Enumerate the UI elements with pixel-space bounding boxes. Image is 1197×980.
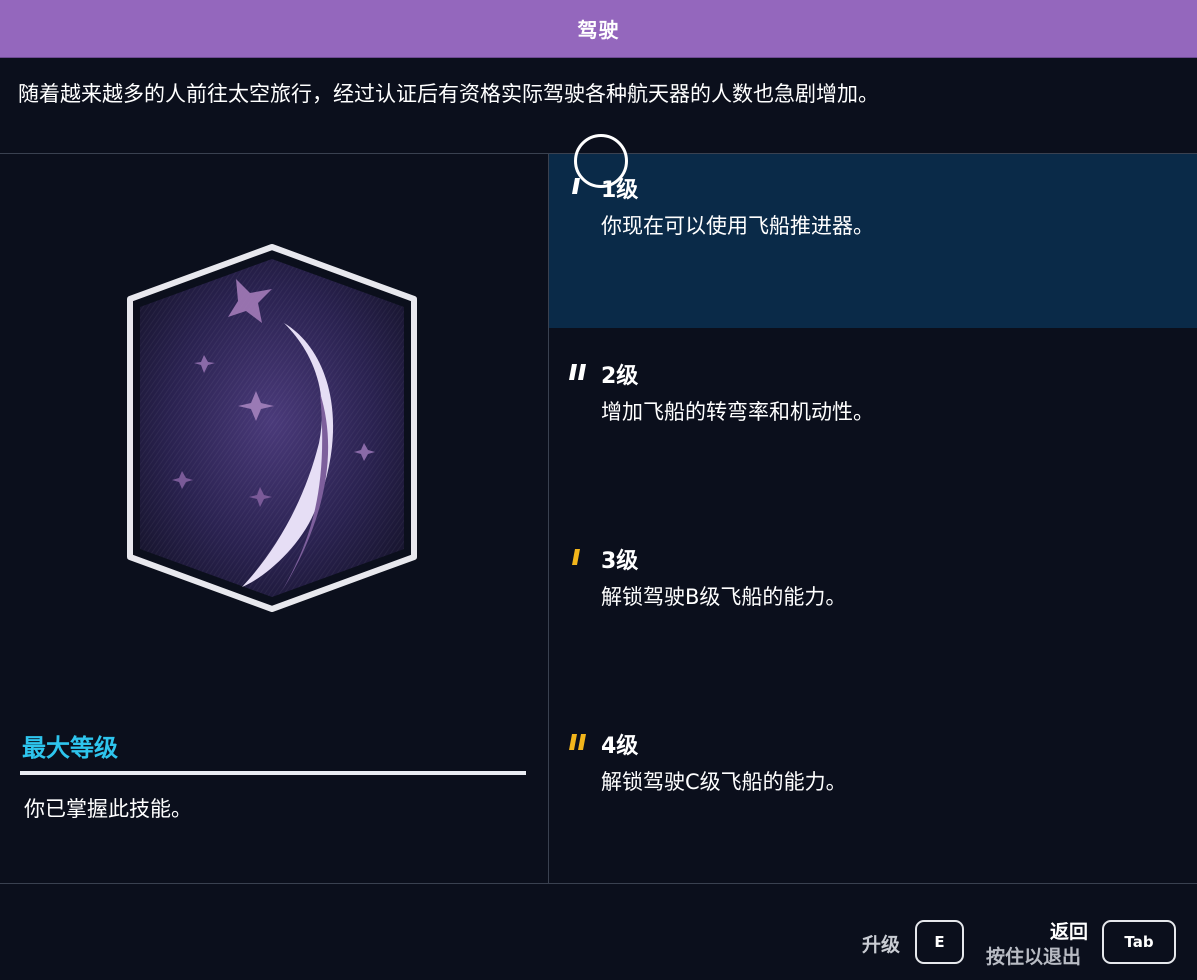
header-bar: 驾驶 xyxy=(0,0,1197,58)
level-title: 4级 xyxy=(601,734,639,759)
rank-3-bar-icon xyxy=(572,549,580,565)
max-level-label: 最大等级 xyxy=(22,734,118,762)
level-row-2[interactable]: 2级 增加飞船的转弯率和机动性。 xyxy=(549,340,1197,514)
level-description: 解锁驾驶C级飞船的能力。 xyxy=(601,770,847,794)
level-title: 3级 xyxy=(601,549,639,574)
level-description: 增加飞船的转弯率和机动性。 xyxy=(601,400,874,424)
upgrade-key-button[interactable]: E xyxy=(915,920,964,964)
level-title: 2级 xyxy=(601,364,639,389)
level-description: 你现在可以使用飞船推进器。 xyxy=(601,214,874,238)
back-key-button[interactable]: Tab xyxy=(1102,920,1176,964)
level-list: 1级 你现在可以使用飞船推进器。 2级 增加飞船的转弯率和机动性。 3级 解锁驾… xyxy=(549,154,1197,883)
back-hint: 按住以退出 xyxy=(986,946,1082,968)
back-label: 返回 xyxy=(1050,921,1089,943)
skill-detail-screen: 驾驶 随着越来越多的人前往太空旅行，经过认证后有资格实际驾驶各种航天器的人数也急… xyxy=(0,0,1197,980)
max-level-underline xyxy=(20,771,526,775)
rank-2-bars-icon xyxy=(569,364,586,380)
level-description: 解锁驾驶B级飞船的能力。 xyxy=(601,585,847,609)
upgrade-label: 升级 xyxy=(862,934,901,956)
level-row-3[interactable]: 3级 解锁驾驶B级飞船的能力。 xyxy=(549,525,1197,699)
cursor-ring xyxy=(574,134,628,188)
piloting-skill-patch-icon xyxy=(127,244,417,612)
skill-title: 驾驶 xyxy=(577,18,620,42)
skill-description: 随着越来越多的人前往太空旅行，经过认证后有资格实际驾驶各种航天器的人数也急剧增加… xyxy=(18,82,879,106)
mastered-text: 你已掌握此技能。 xyxy=(24,797,192,821)
level-row-4[interactable]: 4级 解锁驾驶C级飞船的能力。 xyxy=(549,710,1197,884)
level-row-1[interactable]: 1级 你现在可以使用飞船推进器。 xyxy=(549,154,1197,328)
rank-4-bars-icon xyxy=(569,734,586,750)
